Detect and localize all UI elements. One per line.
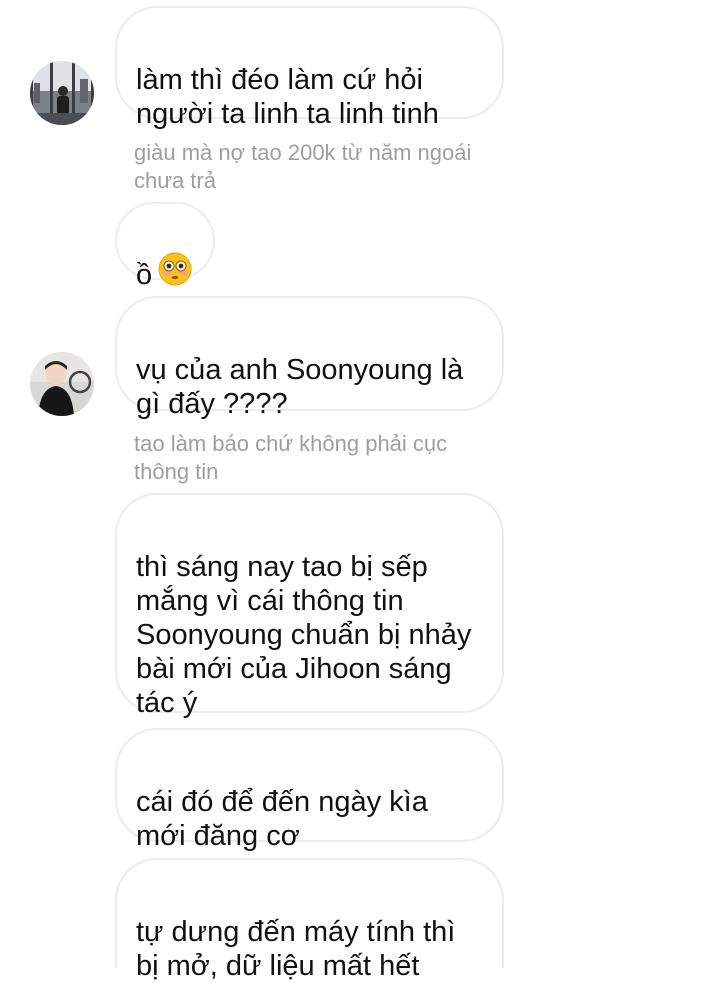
message-bubble[interactable]: làm thì đéo làm cứ hỏi người ta linh ta … [115,6,504,130]
message-text: thì sáng nay tao bị sếp mắng vì cái thôn… [136,551,472,719]
reply-context-text: tao làm báo chứ không phải cục thông tin [134,431,448,484]
message-bubble[interactable]: vụ của anh Soonyoung là gì đấy ???? [115,296,504,420]
reply-context-text: giàu mà nợ tao 200k từ năm ngoái chưa tr… [134,140,472,193]
message-bubble[interactable]: tự dưng đến máy tính thì bị mở, dữ liệu … [115,858,504,982]
avatar-photo-portrait [30,352,94,416]
message-bubble[interactable]: thì sáng nay tao bị sếp mắng vì cái thôn… [115,493,504,719]
message-text: cái đó để đến ngày kìa mới đăng cơ [136,786,428,852]
message-text: ồ [136,259,153,291]
message-bubble[interactable]: ồ [115,202,215,291]
message-text: vụ của anh Soonyoung là gì đấy ???? [136,354,464,420]
message-text: làm thì đéo làm cứ hỏi người ta linh ta … [136,64,439,130]
flushed-face-emoji [158,252,192,294]
sender-avatar[interactable] [30,61,94,125]
avatar-photo-skyline [30,61,94,125]
sender-avatar[interactable] [30,352,94,416]
message-text: tự dưng đến máy tính thì bị mở, dữ liệu … [136,916,456,982]
message-bubble[interactable]: cái đó để đến ngày kìa mới đăng cơ [115,728,504,852]
